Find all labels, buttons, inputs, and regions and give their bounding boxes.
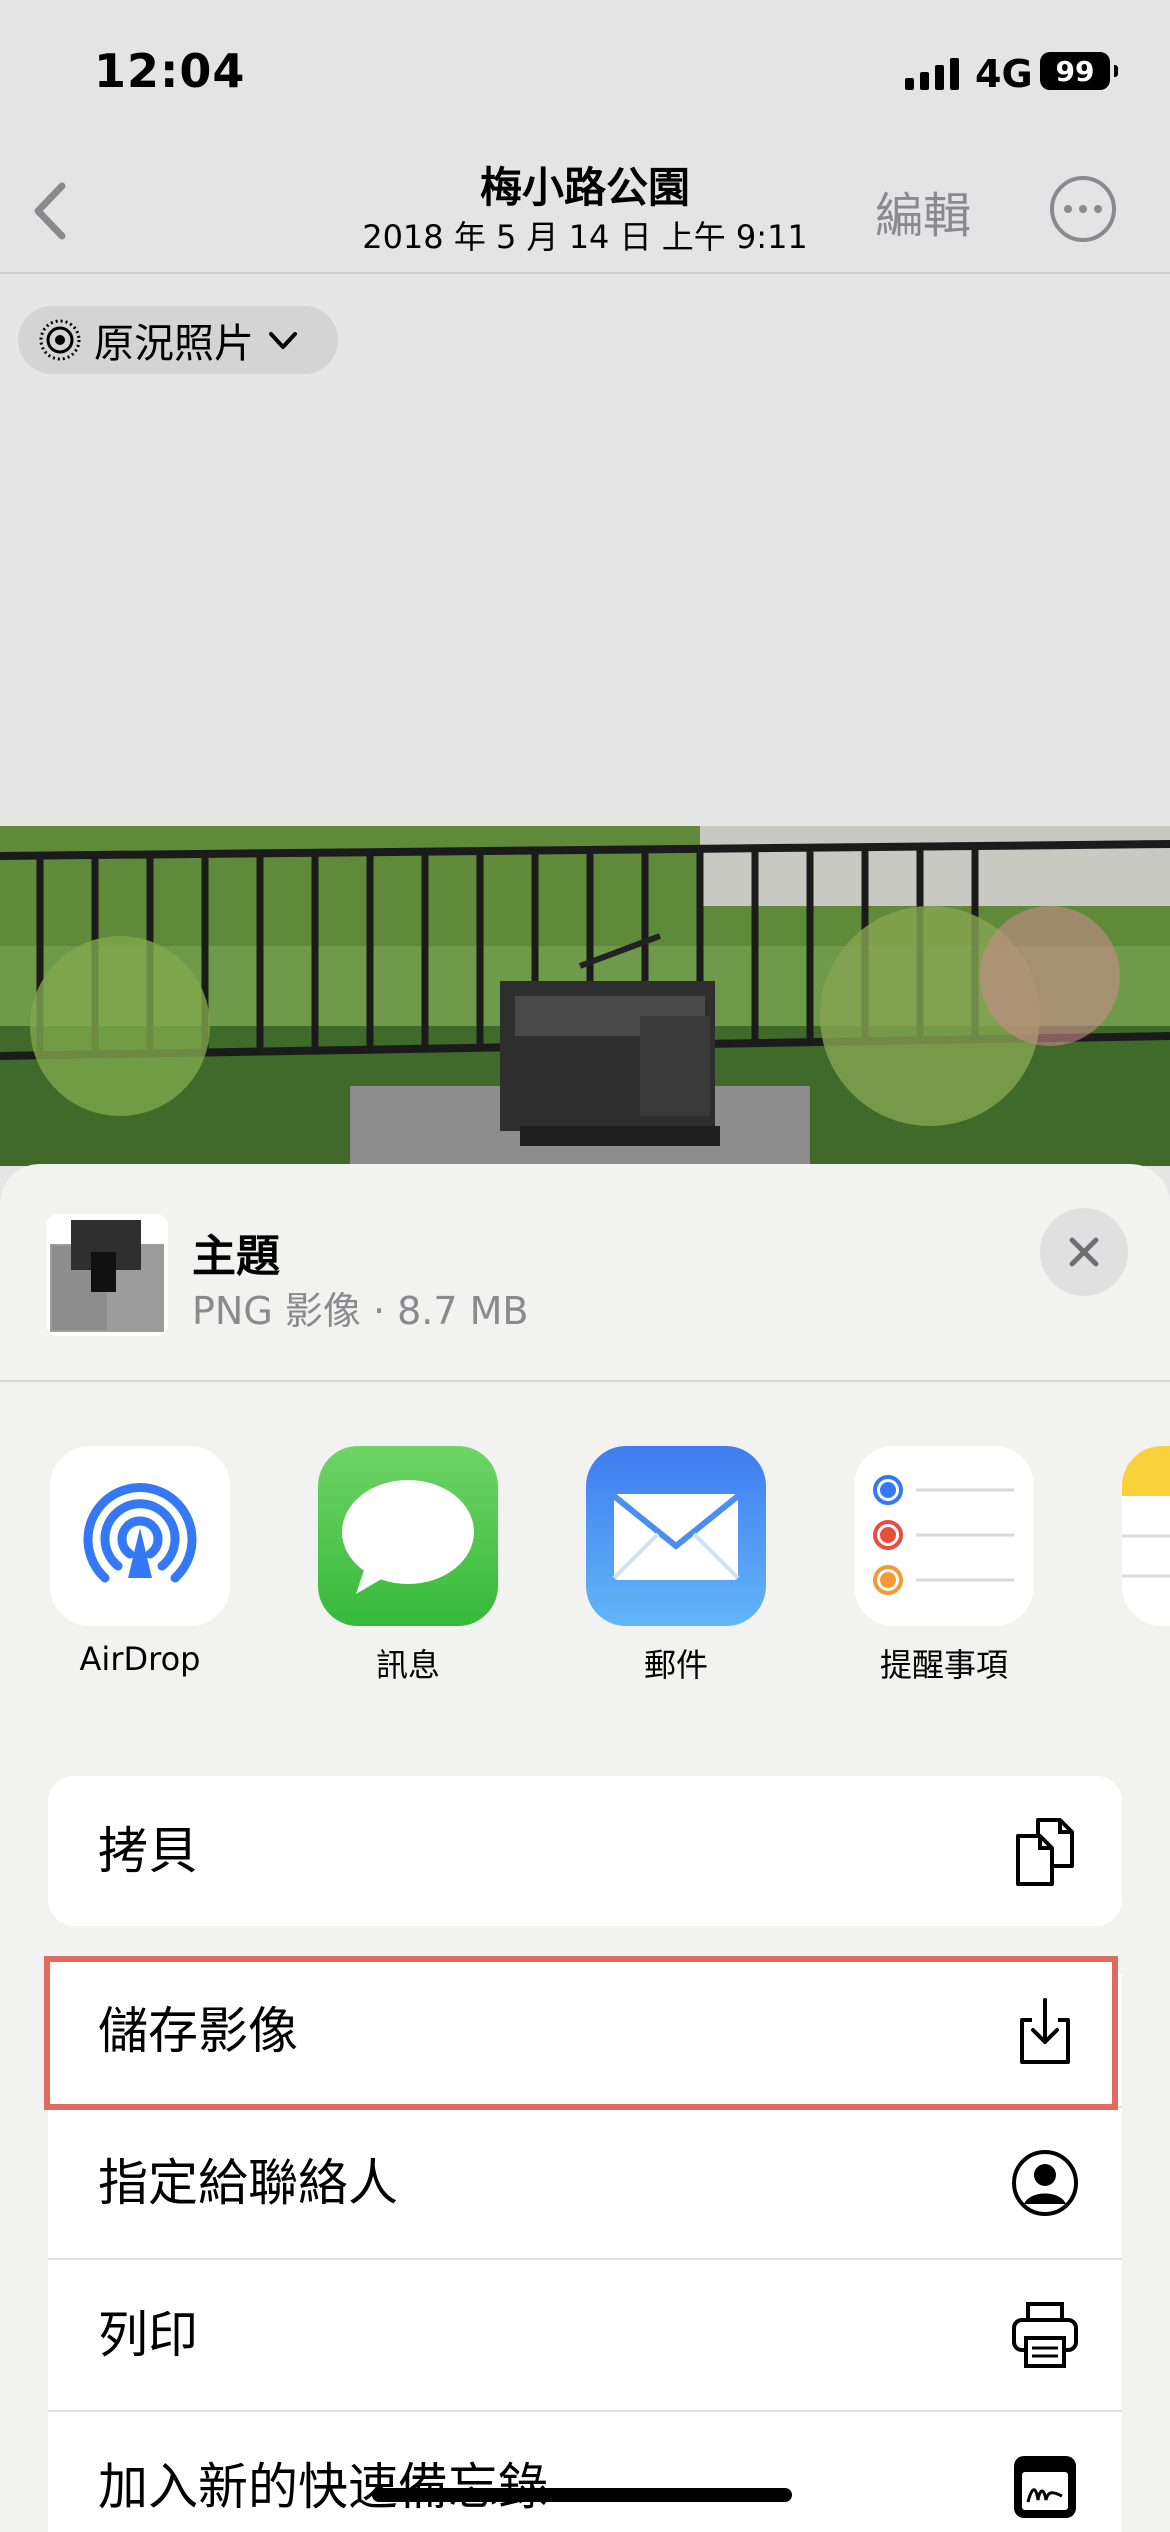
photo-image[interactable] (0, 826, 1170, 1166)
nav-bar: 梅小路公園 2018 年 5 月 14 日 上午 9:11 編輯 (0, 140, 1170, 274)
share-app-label: AirDrop (79, 1640, 201, 1678)
share-app-reminders[interactable]: 提醒事項 (854, 1446, 1034, 1686)
share-thumbnail (46, 1214, 168, 1336)
share-apps-row: AirDrop 訊息 郵件 提醒事項 (0, 1446, 1170, 1696)
share-app-mail[interactable]: 郵件 (586, 1446, 766, 1686)
chevron-down-icon (269, 332, 297, 349)
action-print[interactable]: 列印 (48, 2260, 1122, 2410)
network-type: 4G (975, 52, 1033, 96)
share-app-airdrop[interactable]: AirDrop (50, 1446, 230, 1678)
share-app-label: 訊息 (375, 1646, 440, 1684)
more-dot (1064, 205, 1072, 213)
status-bar: 12:04 4G 99 (0, 0, 1170, 140)
cellular-signal-icon (905, 56, 959, 90)
live-photo-label: 原況照片 (94, 321, 254, 367)
share-subtitle: PNG 影像 · 8.7 MB (192, 1289, 529, 1333)
more-dot (1094, 205, 1102, 213)
status-time: 12:04 (94, 44, 246, 98)
share-title: 主題 (192, 1231, 280, 1282)
action-save-image[interactable]: 儲存影像 (48, 1956, 1122, 2106)
live-photo-button[interactable]: 原況照片 (18, 306, 338, 374)
more-button[interactable] (1050, 176, 1116, 242)
page-title: 梅小路公園 (479, 163, 690, 212)
edit-button[interactable]: 編輯 (875, 176, 971, 246)
action-assign-contact[interactable]: 指定給聯絡人 (48, 2108, 1122, 2258)
share-app-notes-partial[interactable] (1122, 1446, 1170, 1626)
copy-icon (1016, 1818, 1074, 1886)
messages-icon (318, 1446, 498, 1626)
reminders-icon (854, 1446, 1034, 1626)
share-sheet: 主題 PNG 影像 · 8.7 MB AirDrop 訊息 郵件 提醒事項 拷貝… (0, 1164, 1170, 2532)
action-label: 指定給聯絡人 (98, 2154, 398, 2212)
action-copy[interactable]: 拷貝 (48, 1776, 1122, 1926)
home-indicator (372, 2488, 792, 2502)
battery-icon: 99 (1040, 52, 1118, 90)
tram-photo (0, 826, 1170, 1166)
quick-note-icon (1014, 2456, 1076, 2518)
photo-date: 2018 年 5 月 14 日 上午 9:11 (362, 218, 808, 256)
printer-icon (1012, 2302, 1078, 2368)
more-dot (1079, 205, 1087, 213)
action-label: 儲存影像 (98, 2002, 298, 2060)
action-quick-note[interactable]: 加入新的快速備忘錄 (48, 2412, 1122, 2532)
battery-level: 99 (1055, 54, 1095, 88)
close-button[interactable] (1040, 1208, 1128, 1296)
close-icon (1069, 1237, 1099, 1267)
share-sheet-header: 主題 PNG 影像 · 8.7 MB (0, 1164, 1170, 1382)
airdrop-icon (50, 1446, 230, 1626)
action-label: 列印 (98, 2306, 198, 2364)
live-photo-icon (39, 319, 81, 361)
notes-icon (1122, 1446, 1170, 1626)
share-app-label: 提醒事項 (879, 1646, 1008, 1684)
save-image-icon (1020, 1998, 1070, 2064)
action-label: 加入新的快速備忘錄 (98, 2458, 548, 2516)
action-label: 拷貝 (98, 1822, 198, 1880)
assign-contact-icon (1012, 2150, 1078, 2216)
mail-icon (586, 1446, 766, 1626)
share-app-label: 郵件 (643, 1646, 708, 1684)
share-app-messages[interactable]: 訊息 (318, 1446, 498, 1686)
